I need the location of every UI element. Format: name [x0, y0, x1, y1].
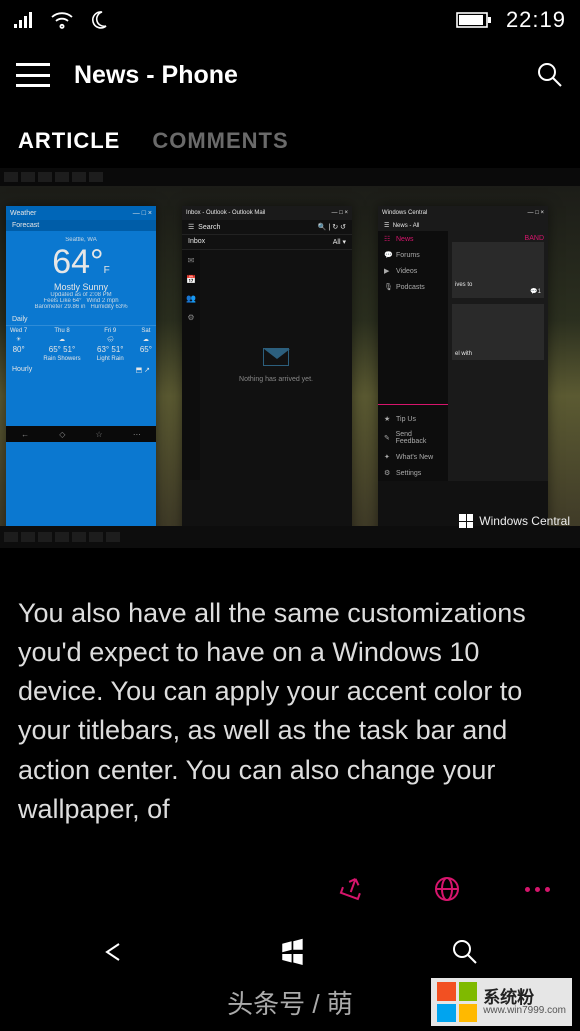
image-watermark: Windows Central [459, 514, 570, 528]
globe-button[interactable] [433, 875, 461, 903]
article-hero-image: Weather— □ × Forecast Seattle, WA 64°F M… [0, 168, 580, 548]
tab-article[interactable]: ARTICLE [18, 128, 120, 154]
tab-comments[interactable]: COMMENTS [152, 128, 288, 154]
article-body: You also have all the same customization… [0, 548, 580, 858]
search-button[interactable] [536, 61, 564, 89]
share-button[interactable] [339, 875, 369, 903]
tab-bar: ARTICLE COMMENTS [0, 110, 580, 168]
battery-icon [456, 11, 492, 29]
image-bottom-taskbar [0, 526, 580, 548]
system-nav-bar [0, 920, 580, 984]
page-title: News - Phone [74, 61, 536, 90]
mini-mail-window: Inbox - Outlook - Outlook Mail— □ × ☰ Se… [182, 206, 352, 536]
mini-weather-window: Weather— □ × Forecast Seattle, WA 64°F M… [6, 206, 156, 536]
hamburger-menu-button[interactable] [16, 63, 50, 87]
more-button[interactable] [525, 887, 550, 892]
status-bar: 22:19 [0, 0, 580, 40]
watermark-site-name: 系统粉 [483, 989, 534, 1006]
clock: 22:19 [506, 7, 566, 33]
home-button[interactable] [278, 937, 308, 967]
action-bar [0, 858, 580, 920]
forecast-label: Forecast [6, 220, 156, 231]
weather-condition: Mostly Sunny [14, 282, 148, 292]
wifi-icon [50, 11, 74, 29]
inbox-label: Inbox [188, 238, 205, 246]
signal-icon [14, 12, 36, 28]
watermark-site-url: www.win7999.com [483, 1006, 566, 1016]
weather-temp: 64° [52, 243, 103, 281]
envelope-icon [263, 348, 289, 366]
mini-wc-window: Windows Central— □ × ☰ News - All ☷News … [378, 206, 548, 536]
image-top-taskbar [0, 168, 580, 186]
mail-empty-text: Nothing has arrived yet. [239, 376, 313, 383]
back-button[interactable] [101, 940, 135, 964]
microsoft-logo-icon [437, 982, 477, 1022]
app-header: News - Phone [0, 40, 580, 110]
watermark-center-text: 头条号 / 萌 [227, 984, 353, 1021]
weather-title: Weather [10, 210, 36, 217]
weather-location: Seattle, WA [14, 237, 148, 243]
search-nav-button[interactable] [451, 938, 479, 966]
moon-icon [88, 10, 108, 30]
mail-title: Inbox - Outlook - Outlook Mail [186, 210, 265, 216]
